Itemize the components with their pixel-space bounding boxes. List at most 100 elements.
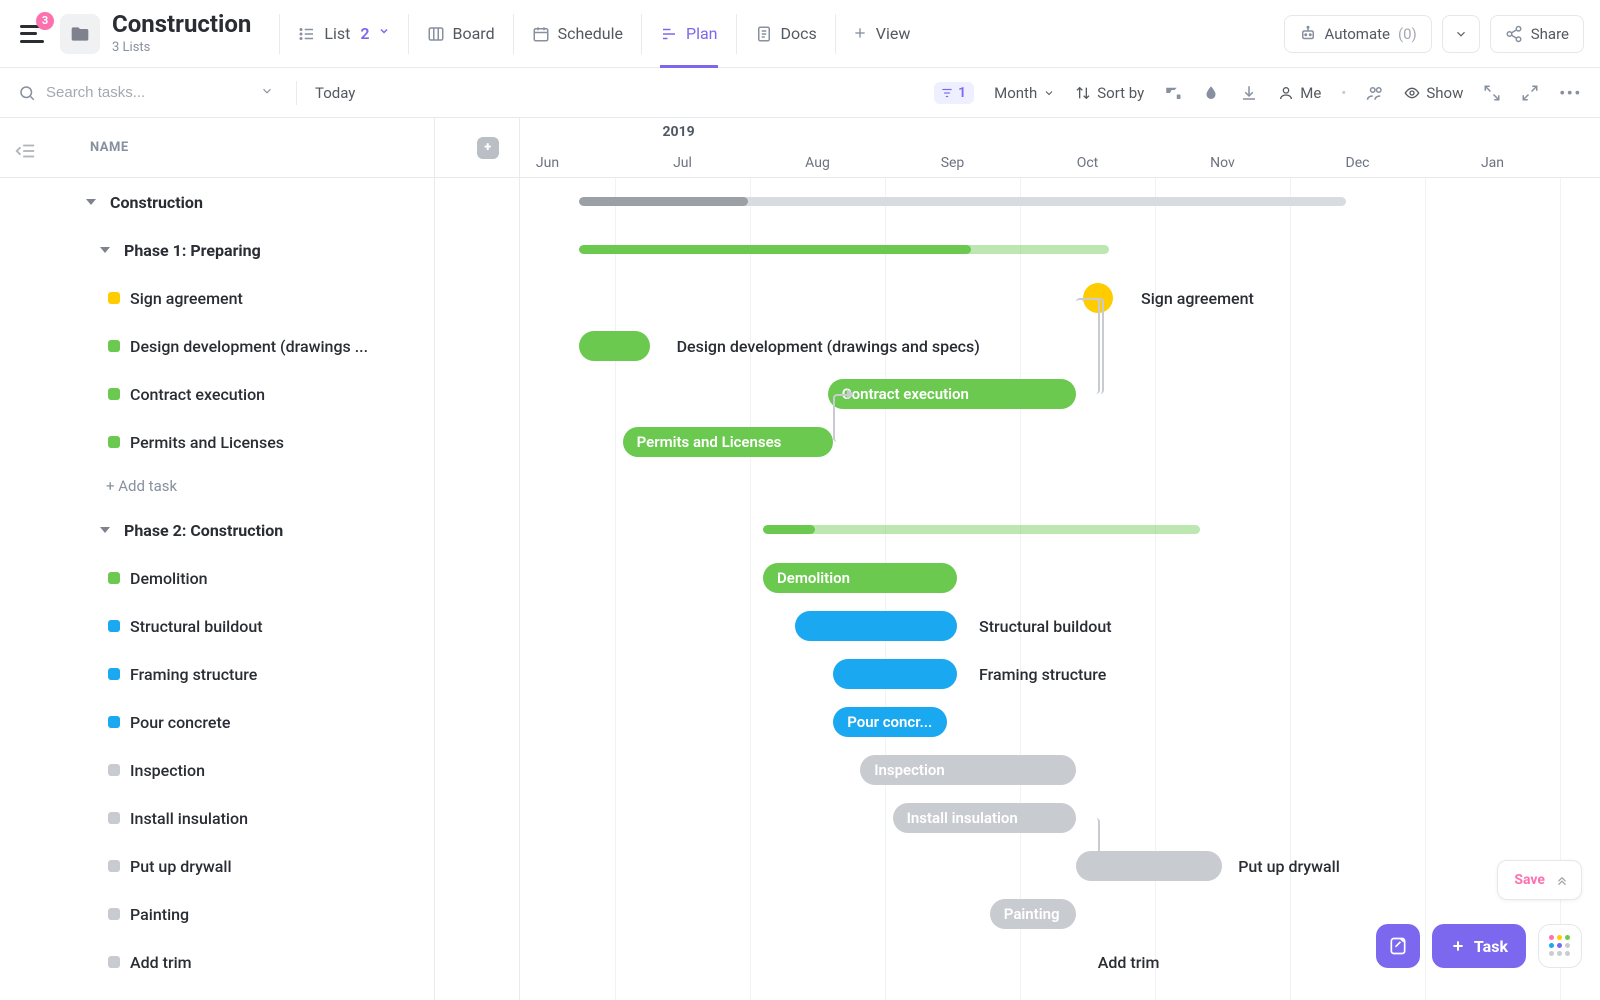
task-bar[interactable]: Install insulation — [893, 803, 1077, 833]
task-row[interactable]: Pour concrete — [0, 698, 519, 746]
add-column-button[interactable]: + — [477, 137, 499, 159]
me-filter[interactable]: Me — [1278, 84, 1321, 102]
bar-label: Put up drywall — [1238, 851, 1340, 881]
automate-button[interactable]: Automate (0) — [1284, 15, 1432, 53]
share-button[interactable]: Share — [1490, 15, 1584, 53]
gantt-row[interactable] — [520, 506, 1600, 554]
sort-icon — [1075, 85, 1091, 101]
task-row[interactable]: Inspection — [0, 746, 519, 794]
group-row[interactable]: Phase 2: Construction — [0, 506, 519, 554]
save-view-button[interactable]: Save — [1497, 860, 1582, 900]
status-square — [108, 764, 120, 776]
view-tab-list[interactable]: List 2 — [280, 0, 407, 68]
row-label: Pour concrete — [130, 713, 230, 732]
group-row[interactable]: Phase 1: Preparing — [0, 226, 519, 274]
filter-chip[interactable]: 1 — [934, 82, 974, 104]
task-row[interactable]: Design development (drawings ... — [0, 322, 519, 370]
gantt-row[interactable]: Structural buildout — [520, 602, 1600, 650]
gantt-row[interactable]: Install insulation — [520, 794, 1600, 842]
title-block: Construction 3 Lists — [112, 11, 251, 56]
gantt-row[interactable]: Framing structure — [520, 650, 1600, 698]
task-bar[interactable]: Contract execution — [828, 379, 1076, 409]
add-task-button[interactable]: + Add task — [0, 466, 519, 506]
task-row[interactable]: Put up drywall — [0, 842, 519, 890]
task-bar[interactable]: Permits and Licenses — [623, 427, 834, 457]
color-icon[interactable] — [1202, 84, 1220, 102]
status-square — [108, 956, 120, 968]
gantt-row[interactable]: Permits and Licenses — [520, 418, 1600, 466]
gantt-row[interactable]: Design development (drawings and specs) — [520, 322, 1600, 370]
row-label: Sign agreement — [130, 289, 243, 308]
task-row[interactable]: Contract execution — [0, 370, 519, 418]
task-bar[interactable] — [833, 659, 957, 689]
task-bar[interactable]: Pour concr... — [833, 707, 946, 737]
gantt-row[interactable]: Contract execution — [520, 370, 1600, 418]
gantt-row[interactable]: Inspection — [520, 746, 1600, 794]
task-bar[interactable] — [795, 611, 957, 641]
task-row[interactable]: Install insulation — [0, 794, 519, 842]
status-square — [108, 388, 120, 400]
task-row[interactable]: Permits and Licenses — [0, 418, 519, 466]
gantt-row[interactable]: Demolition — [520, 554, 1600, 602]
chevron-up-double-icon — [1555, 873, 1569, 887]
search-input[interactable] — [44, 83, 252, 102]
assignees-icon[interactable] — [1366, 84, 1384, 102]
task-bar[interactable]: Inspection — [860, 755, 1076, 785]
task-row[interactable]: Sign agreement — [0, 274, 519, 322]
sort-button[interactable]: Sort by — [1075, 84, 1144, 102]
gantt-row[interactable] — [520, 466, 1600, 506]
month-label: Jan — [1481, 155, 1504, 171]
task-bar[interactable] — [579, 331, 649, 361]
chevron-down-icon[interactable] — [260, 84, 278, 102]
month-label: Jun — [536, 155, 559, 171]
zoom-select[interactable]: Month — [994, 84, 1055, 102]
task-row[interactable]: Painting — [0, 890, 519, 938]
task-row[interactable]: Demolition — [0, 554, 519, 602]
fab-task-button[interactable]: Task — [1432, 924, 1526, 968]
gantt-row[interactable]: Sign agreement — [520, 274, 1600, 322]
task-row[interactable]: Framing structure — [0, 650, 519, 698]
automate-caret-button[interactable] — [1442, 15, 1480, 53]
note-icon — [1388, 936, 1408, 956]
view-tab-plan[interactable]: Plan — [642, 0, 736, 68]
chevron-down-icon — [1454, 27, 1468, 41]
task-row[interactable]: Structural buildout — [0, 602, 519, 650]
download-icon[interactable] — [1240, 84, 1258, 102]
view-tab-board[interactable]: Board — [409, 0, 513, 68]
collapse-icon[interactable] — [1483, 84, 1501, 102]
summary-bar[interactable] — [763, 525, 1200, 534]
plus-icon — [1450, 938, 1466, 954]
view-tabs: List 2 Board Schedule Plan Docs View — [279, 0, 926, 68]
gantt-area[interactable]: JunJulAugSepOctNovDecJanFeb2019 Sign agr… — [520, 118, 1600, 1000]
task-row[interactable]: Add trim — [0, 938, 519, 986]
summary-bar[interactable] — [579, 197, 1346, 206]
fab-note-button[interactable] — [1376, 924, 1420, 968]
today-button[interactable]: Today — [315, 84, 355, 102]
filter-icon — [940, 86, 954, 100]
row-label: Phase 2: Construction — [124, 521, 283, 540]
more-menu-button[interactable]: ••• — [1559, 84, 1582, 102]
gantt-row[interactable]: Pour concr... — [520, 698, 1600, 746]
chevron-down-icon — [378, 25, 390, 43]
summary-bar[interactable] — [579, 245, 1108, 254]
task-bar[interactable]: Demolition — [763, 563, 957, 593]
year-label: 2019 — [663, 124, 695, 140]
gantt-row[interactable]: Put up drywall — [520, 842, 1600, 890]
show-button[interactable]: Show — [1404, 84, 1463, 102]
reschedule-icon[interactable] — [1164, 84, 1182, 102]
status-square — [108, 716, 120, 728]
milestone[interactable] — [1083, 283, 1113, 313]
row-label: Framing structure — [130, 665, 257, 684]
row-label: Construction — [110, 193, 203, 212]
sidebar-toggle-button[interactable]: 3 — [16, 18, 48, 50]
group-row[interactable]: Construction — [0, 178, 519, 226]
gantt-row[interactable] — [520, 226, 1600, 274]
task-bar[interactable]: Painting — [990, 899, 1076, 929]
view-tab-docs[interactable]: Docs — [737, 0, 835, 68]
expand-icon[interactable] — [1521, 84, 1539, 102]
fab-apps-button[interactable] — [1538, 924, 1582, 968]
gantt-row[interactable] — [520, 178, 1600, 226]
add-view-button[interactable]: View — [836, 0, 927, 68]
folder-button[interactable] — [60, 14, 100, 54]
view-tab-schedule[interactable]: Schedule — [514, 0, 641, 68]
